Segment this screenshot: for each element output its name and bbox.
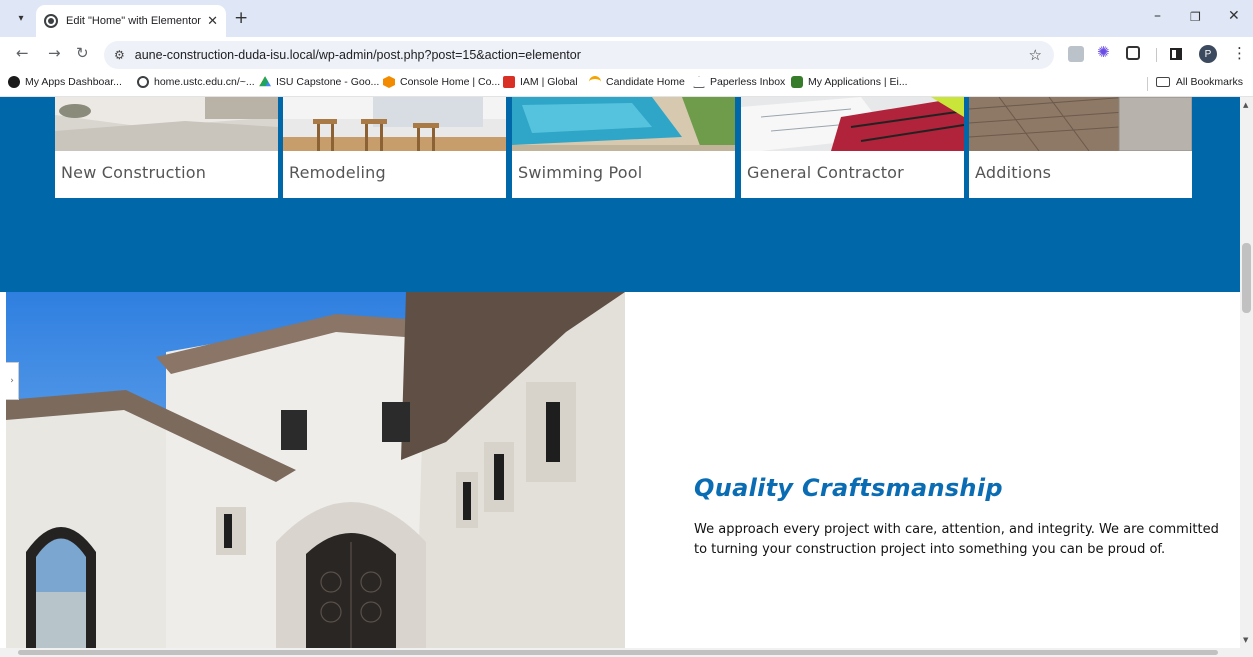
bookmark-item[interactable]: ISU Capstone - Goo... [259, 76, 379, 88]
feature-heading: Quality Craftsmanship [694, 474, 1003, 502]
service-card-additions[interactable]: Additions [969, 97, 1192, 198]
extensions-icon[interactable] [1126, 46, 1140, 60]
service-photo-general-contractor [741, 97, 964, 151]
iam-icon [503, 76, 515, 88]
feature-content: Quality Craftsmanship We approach every … [625, 292, 1240, 648]
scroll-down-icon[interactable]: ▼ [1243, 636, 1248, 644]
forward-icon[interactable]: → [48, 44, 61, 62]
services-section: New Construction Remodeling Swimming Poo… [0, 97, 1240, 292]
horizontal-scrollbar-thumb[interactable] [18, 650, 1218, 655]
reload-icon[interactable]: ↻ [76, 44, 89, 62]
service-card-new-construction[interactable]: New Construction [55, 97, 278, 198]
url-text[interactable]: aune-construction-duda-isu.local/wp-admi… [135, 48, 581, 62]
bookmark-item[interactable]: My Applications | Ei... [791, 76, 908, 88]
panel-toggle-chevron-icon[interactable]: › [6, 362, 19, 400]
service-card-general-contractor[interactable]: General Contractor [741, 97, 964, 198]
profile-avatar[interactable]: P [1199, 45, 1217, 63]
minimize-icon[interactable]: – [1154, 8, 1161, 24]
bookmark-label: ISU Capstone - Goo... [276, 76, 380, 88]
deere-icon [791, 76, 803, 88]
bookmark-label: Paperless Inbox [710, 76, 786, 88]
horizontal-scrollbar[interactable] [0, 648, 1253, 657]
service-photo-additions [969, 97, 1192, 151]
back-icon[interactable]: ← [16, 44, 29, 62]
service-label: Additions [975, 163, 1052, 182]
paperless-icon [693, 76, 705, 88]
all-bookmarks-label: All Bookmarks [1175, 76, 1243, 88]
service-label: Remodeling [289, 163, 386, 182]
bookmarks-divider [1147, 77, 1148, 91]
google-drive-icon [259, 76, 271, 87]
browser-toolbar: ← → ↻ ⚙ aune-construction-duda-isu.local… [0, 37, 1253, 71]
bookmark-item[interactable]: My Apps Dashboar... [8, 76, 122, 88]
extension-puzzle-gear-icon[interactable]: ✺ [1097, 43, 1113, 61]
bookmarks-bar: My Apps Dashboar... home.ustc.edu.cn/~..… [0, 71, 1253, 97]
globe-icon [44, 14, 58, 28]
service-label: General Contractor [747, 163, 904, 182]
bookmark-label: home.ustc.edu.cn/~... [154, 76, 255, 88]
close-tab-icon[interactable]: ✕ [207, 14, 218, 29]
cube-icon [383, 76, 395, 88]
bookmark-label: My Applications | Ei... [808, 76, 908, 88]
bookmark-label: Candidate Home [606, 76, 685, 88]
extension-icon[interactable] [1068, 46, 1084, 62]
vertical-scrollbar[interactable]: ▲ ▼ [1240, 97, 1253, 648]
tab-search-button[interactable]: ▾ [10, 8, 32, 28]
service-card-remodeling[interactable]: Remodeling [283, 97, 506, 198]
bookmark-star-icon[interactable]: ☆ [1029, 46, 1042, 64]
bookmark-item[interactable]: Candidate Home [589, 76, 685, 88]
service-photo-swimming-pool [512, 97, 735, 151]
bookmark-label: IAM | Global [520, 76, 578, 88]
tab-strip: ▾ Edit "Home" with Elementor ✕ + – ❐ ✕ [0, 0, 1253, 37]
scrollbar-thumb[interactable] [1242, 243, 1251, 313]
all-bookmarks-button[interactable]: All Bookmarks [1155, 76, 1243, 88]
close-window-icon[interactable]: ✕ [1228, 8, 1240, 24]
folder-icon [1155, 77, 1170, 87]
service-label: Swimming Pool [518, 163, 643, 182]
tab-title: Edit "Home" with Elementor [66, 15, 201, 27]
restore-icon[interactable]: ❐ [1190, 10, 1201, 24]
workday-icon [589, 76, 601, 88]
side-panel-icon[interactable] [1170, 48, 1182, 60]
bookmark-label: My Apps Dashboar... [25, 76, 122, 88]
active-tab[interactable]: Edit "Home" with Elementor ✕ [36, 5, 226, 37]
bookmark-item[interactable]: Paperless Inbox [693, 76, 785, 88]
scroll-up-icon[interactable]: ▲ [1243, 101, 1248, 109]
house-exterior-photo [6, 292, 625, 648]
toolbar-divider [1156, 48, 1157, 62]
page-viewport: New Construction Remodeling Swimming Poo… [0, 97, 1240, 648]
browser-menu-icon[interactable]: ⋮ [1232, 44, 1247, 62]
service-label: New Construction [61, 163, 207, 182]
globe-icon [137, 76, 149, 88]
address-bar[interactable]: ⚙ aune-construction-duda-isu.local/wp-ad… [104, 41, 1054, 69]
bookmark-item[interactable]: home.ustc.edu.cn/~... [137, 76, 255, 88]
service-card-swimming-pool[interactable]: Swimming Pool [512, 97, 735, 198]
site-info-icon[interactable]: ⚙ [114, 48, 125, 62]
circle-dark-icon [8, 76, 20, 88]
new-tab-button[interactable]: + [234, 8, 248, 28]
bookmark-label: Console Home | Co... [400, 76, 501, 88]
service-photo-remodeling [283, 97, 506, 151]
service-photo-new-construction [55, 97, 278, 151]
feature-paragraph: We approach every project with care, att… [694, 522, 1219, 557]
bookmark-item[interactable]: Console Home | Co... [383, 76, 500, 88]
bookmark-item[interactable]: IAM | Global [503, 76, 578, 88]
